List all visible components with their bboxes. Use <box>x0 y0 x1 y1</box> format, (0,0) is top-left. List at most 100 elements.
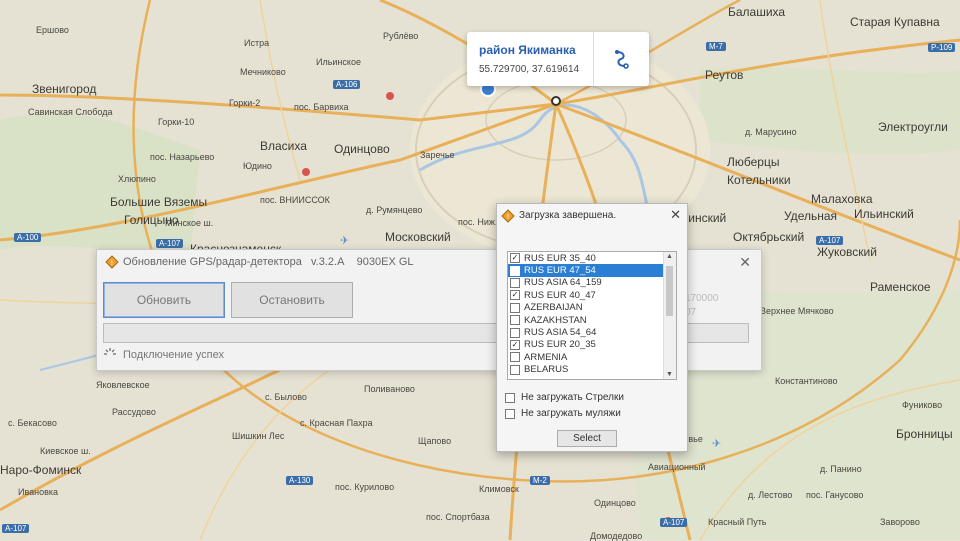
map-label: д. Панино <box>820 464 862 474</box>
region-item[interactable]: ✓ RUS EUR 35_40 <box>508 252 676 264</box>
map-label: пос. Спортбаза <box>426 512 490 522</box>
region-label: AZERBAIJAN <box>524 302 583 314</box>
map-label: пос. Ниж. <box>458 217 498 227</box>
update-button[interactable]: Обновить <box>103 282 225 318</box>
map-label: Поливаново <box>364 384 415 394</box>
checkbox[interactable] <box>510 277 520 288</box>
region-label: RUS EUR 47_54 <box>524 265 596 277</box>
spinner-icon <box>103 347 117 366</box>
checkbox[interactable] <box>510 302 520 313</box>
svg-text:!: ! <box>507 213 510 221</box>
map-label: Савинская Слобода <box>28 107 113 117</box>
map-label: Жуковский <box>817 245 877 259</box>
road-badge: A-130 <box>286 476 314 485</box>
map-label: пос. Ганусово <box>806 490 864 500</box>
dialog-title: Загрузка завершена. <box>519 210 617 221</box>
option-label: Не загружать Стрелки <box>521 392 624 403</box>
road-badge: P-109 <box>928 43 956 52</box>
map-label: пос. ВНИИССОК <box>260 195 330 205</box>
close-icon[interactable]: ✕ <box>670 207 681 223</box>
map-label: д. Марусино <box>745 127 797 137</box>
place-popup: район Якиманка 55.729700, 37.619614 <box>467 32 649 86</box>
map-label: Ивановка <box>18 487 59 497</box>
region-label: BELARUS <box>524 364 569 376</box>
map-label: Звенигород <box>32 82 97 96</box>
region-item[interactable]: KAZAKHSTAN <box>508 314 676 326</box>
scroll-down-icon[interactable]: ▼ <box>666 371 673 378</box>
place-coordinates: 55.729700, 37.619614 <box>479 64 580 75</box>
map-label: пос. Назарьево <box>150 152 215 162</box>
select-button[interactable]: Select <box>557 430 617 447</box>
checkbox[interactable] <box>510 327 520 338</box>
checkbox[interactable] <box>510 364 520 375</box>
road-badge: A-107 <box>816 236 844 245</box>
version-text: v.3.2.A <box>311 256 345 268</box>
place-name[interactable]: район Якиманка <box>479 43 576 57</box>
region-item[interactable]: RUS EUR 47_54 <box>508 264 676 277</box>
region-item[interactable]: BELARUS <box>508 364 676 376</box>
checkbox-checked[interactable]: ✓ <box>510 339 520 350</box>
region-label: RUS EUR 40_47 <box>524 289 596 301</box>
map-label: Московский <box>385 230 451 244</box>
map-label: д. Лестово <box>748 490 793 500</box>
map-label: Бронницы <box>896 427 953 441</box>
skip-dummies-option[interactable]: Не загружать муляжи <box>505 408 621 419</box>
region-label: KAZAKHSTAN <box>524 314 587 326</box>
road-badge: A-106 <box>333 80 361 89</box>
map-label: Мечниково <box>240 67 286 77</box>
map-label: Горки-2 <box>229 98 261 108</box>
checkbox[interactable] <box>505 392 515 403</box>
route-button[interactable] <box>593 32 650 86</box>
region-label: RUS ASIA 64_159 <box>524 277 602 289</box>
region-item[interactable]: ✓ RUS EUR 20_35 <box>508 339 676 351</box>
map-label: Климовск <box>479 484 519 494</box>
map-label: Малаховка <box>811 192 873 206</box>
map-label: Фуниково <box>902 400 943 410</box>
map-label: Удельная <box>784 209 838 223</box>
map-label: пос. Барвиха <box>294 102 349 112</box>
region-label: RUS ASIA 54_64 <box>524 327 597 339</box>
map-label: Заворово <box>880 517 920 527</box>
map-label: Киевское ш. <box>40 446 91 456</box>
checkbox[interactable] <box>510 315 520 326</box>
map-label: д. Румянцево <box>366 205 423 215</box>
checkbox-checked[interactable]: ✓ <box>510 253 520 264</box>
map-label: Большие Вяземы <box>110 195 208 209</box>
title-text: Обновление GPS/радар-детектора <box>123 256 302 268</box>
download-complete-dialog: ! Загрузка завершена. ✕ ✓ RUS EUR 35_40 RU… <box>496 203 688 452</box>
checkbox-checked[interactable]: ✓ <box>510 290 520 301</box>
route-icon <box>615 50 629 69</box>
map-label: Люберцы <box>727 155 780 169</box>
checkbox[interactable] <box>510 352 520 363</box>
map-label: Одинцово <box>594 498 636 508</box>
app-icon: ! <box>105 255 119 274</box>
region-item[interactable]: ARMENIA <box>508 351 676 363</box>
region-item[interactable]: AZERBAIJAN <box>508 302 676 314</box>
stop-button[interactable]: Остановить <box>231 282 353 318</box>
map-label: Наро-Фоминск <box>0 463 82 477</box>
close-icon[interactable]: ✕ <box>739 254 751 271</box>
map-label: Октябрьский <box>733 230 805 244</box>
map-label: Юдино <box>243 161 272 171</box>
region-list[interactable]: ✓ RUS EUR 35_40 RUS EUR 47_54 RUS ASIA 64_1… <box>507 251 677 380</box>
map-label: Раменское <box>870 280 931 294</box>
svg-text:✈: ✈ <box>712 437 721 450</box>
region-item[interactable]: ✓ RUS EUR 40_47 <box>508 289 676 301</box>
map-label: Балашиха <box>728 5 786 19</box>
scroll-up-icon[interactable]: ▲ <box>666 253 673 260</box>
list-scrollbar[interactable]: ▲ ▼ <box>663 252 676 379</box>
skip-cameras-option[interactable]: Не загружать Стрелки <box>505 392 624 403</box>
map-label: Рассудово <box>112 407 156 417</box>
map-label: Старая Купавна <box>850 15 940 29</box>
checkbox[interactable] <box>510 265 520 276</box>
region-item[interactable]: RUS ASIA 54_64 <box>508 326 676 338</box>
scroll-thumb[interactable] <box>666 266 673 316</box>
region-item[interactable]: RUS ASIA 64_159 <box>508 277 676 289</box>
map-label: Ильинское <box>316 57 361 67</box>
map-label: Верхнее Мячково <box>760 306 834 316</box>
map-label: Реутов <box>705 68 744 82</box>
map-label: Власиха <box>260 139 307 153</box>
map-label: Яковлевское <box>96 380 150 390</box>
map-label: Константиново <box>775 376 838 386</box>
checkbox[interactable] <box>505 408 515 419</box>
